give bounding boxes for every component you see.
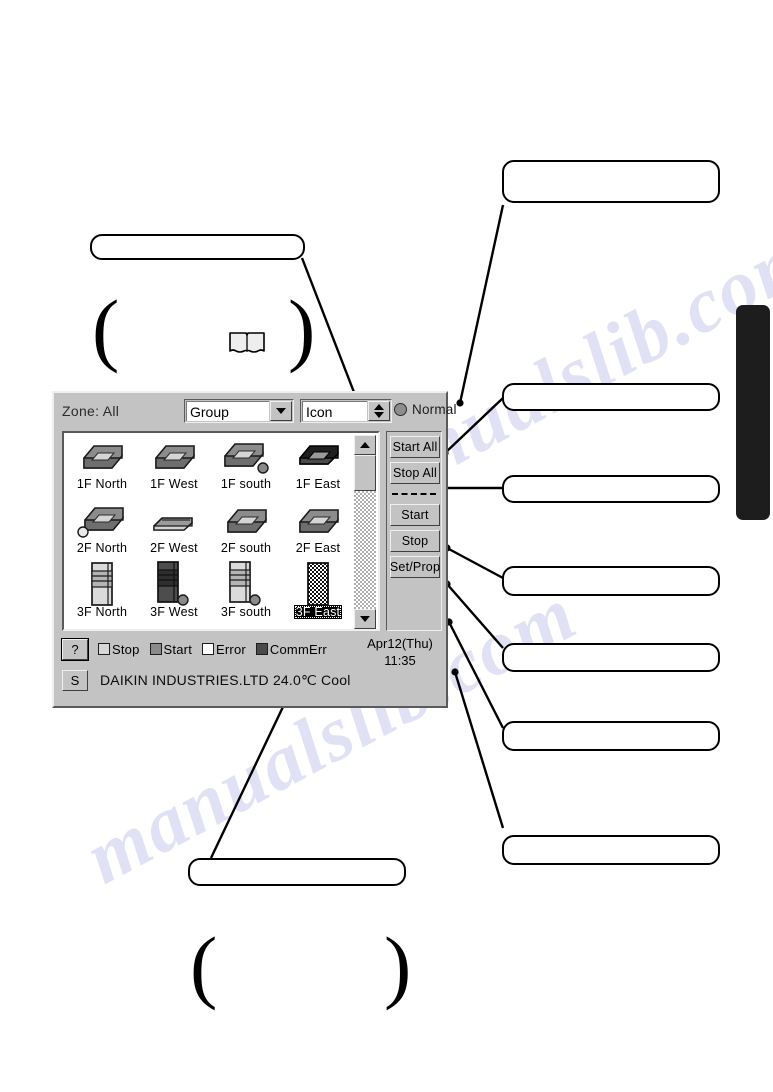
floor-unit-icon (139, 561, 209, 606)
unit-cell[interactable]: 1F North (66, 435, 138, 499)
cassette-unit-icon (283, 499, 353, 541)
legend-swatch-commerr (255, 643, 268, 655)
status-bar: S DAIKIN INDUSTRIES.LTD 24.0℃ Cool (62, 667, 442, 693)
status-indicator: Normal (394, 402, 457, 417)
group-select[interactable]: Group (184, 399, 294, 423)
callout-right-4 (502, 643, 720, 672)
callout-bottom (188, 858, 406, 886)
start-all-button[interactable]: Start All (390, 436, 440, 458)
unit-cell[interactable]: 2F North (66, 499, 138, 563)
unit-label: 1F West (150, 477, 198, 491)
status-indicator-label: Normal (412, 402, 457, 417)
unit-label: 2F West (150, 541, 198, 555)
unit-cell[interactable]: 2F West (138, 499, 210, 563)
paren-open: ( (190, 920, 218, 1011)
stop-button[interactable]: Stop (390, 530, 440, 552)
unit-cell[interactable]: 3F West (138, 561, 210, 627)
unit-cell[interactable]: 2F south (210, 499, 282, 563)
callout-right-1 (502, 383, 720, 411)
unit-cell[interactable]: 2F East (282, 499, 354, 563)
unit-cell[interactable]: 1F East (282, 435, 354, 499)
button-group-separator (392, 493, 436, 495)
callout-right-5 (502, 721, 720, 751)
unit-label: 2F East (295, 541, 341, 555)
chevron-down-icon[interactable] (270, 401, 292, 421)
legend-swatch-start (149, 643, 162, 655)
unit-cell[interactable]: 3F south (210, 561, 282, 627)
unit-label: 2F south (220, 541, 272, 555)
legend-swatch-error (202, 643, 215, 655)
book-icon (229, 332, 265, 353)
callout-right-3 (502, 566, 720, 596)
unit-cell[interactable]: 3F North (66, 562, 138, 627)
window-toolbar: Zone: All Group Icon Normal (60, 399, 457, 425)
cassette-unit-icon (139, 435, 209, 477)
view-select[interactable]: Icon (300, 399, 392, 423)
cassette-unit-icon (211, 499, 281, 541)
scroll-up-icon[interactable] (354, 435, 376, 455)
spinner-updown-icon[interactable] (368, 401, 390, 421)
scroll-down-icon[interactable] (354, 609, 376, 629)
command-button-panel: Start All Stop All Start Stop Set/Prop (386, 431, 442, 631)
unit-label: 1F East (295, 477, 341, 491)
unit-list-pane[interactable]: 1F North 1F West 1F south 1F East 2F Nor… (62, 431, 380, 631)
floor-unit-icon (67, 562, 137, 606)
unit-label-selected: 3F East (293, 605, 343, 619)
help-button[interactable]: ? (61, 637, 89, 661)
cassette-unit-icon (283, 435, 353, 477)
clock: Apr12(Thu) 11:35 (354, 635, 446, 669)
scrollbar-track[interactable] (354, 455, 376, 609)
legend-item-commerr: CommErr (255, 641, 327, 657)
unit-icon-grid: 1F North 1F West 1F south 1F East 2F Nor… (66, 435, 354, 629)
paren-close: ) (288, 283, 316, 374)
callout-top-right (502, 160, 720, 203)
legend-label: CommErr (269, 641, 327, 657)
vertical-scrollbar[interactable] (354, 435, 376, 629)
view-select-value: Icon (302, 401, 367, 421)
cassette-unit-icon (67, 435, 137, 477)
legend-item-stop: Stop (98, 642, 140, 657)
legend-item-start: Start (149, 641, 193, 657)
unit-cell[interactable]: 3F East (282, 562, 354, 627)
paren-close: ) (384, 920, 412, 1011)
zone-label: Zone: All (62, 403, 120, 419)
stop-all-button[interactable]: Stop All (390, 462, 440, 484)
page-edge-tab (736, 305, 770, 520)
legend-label: Stop (112, 641, 140, 657)
callout-right-6 (502, 835, 720, 865)
floor-unit-icon (211, 561, 281, 606)
group-select-value: Group (186, 401, 269, 421)
paren-open: ( (92, 283, 120, 374)
set-prop-button[interactable]: Set/Prop (390, 556, 440, 578)
unit-cell[interactable]: 1F south (210, 435, 282, 499)
unit-label: 1F south (220, 477, 272, 491)
s-button[interactable]: S (62, 669, 88, 691)
start-button[interactable]: Start (390, 504, 440, 526)
cassette-unit-icon (211, 435, 281, 477)
clock-date: Apr12(Thu) (367, 636, 433, 651)
cassette-unit-icon (67, 499, 137, 541)
legend-label: Start (163, 641, 193, 657)
status-bar-text: DAIKIN INDUSTRIES.LTD 24.0℃ Cool (100, 671, 351, 688)
manual-page: manualslib.com manualslib.com () () Zo… (0, 0, 773, 1092)
legend-item-error: Error (202, 642, 246, 657)
status-led-icon (394, 403, 407, 416)
unit-label: 1F North (76, 477, 128, 491)
callout-top-left (90, 234, 305, 260)
ducted-unit-icon (139, 499, 209, 541)
legend-swatch-stop (98, 643, 110, 655)
ac-control-window: Zone: All Group Icon Normal 1F North 1F … (52, 391, 457, 708)
unit-label: 2F North (76, 541, 128, 555)
callout-right-2 (502, 475, 720, 503)
scrollbar-thumb[interactable] (354, 455, 376, 491)
unit-label: 3F North (76, 605, 128, 619)
legend-label: Error (216, 641, 246, 657)
unit-cell[interactable]: 1F West (138, 435, 210, 499)
floor-unit-icon (283, 562, 353, 606)
